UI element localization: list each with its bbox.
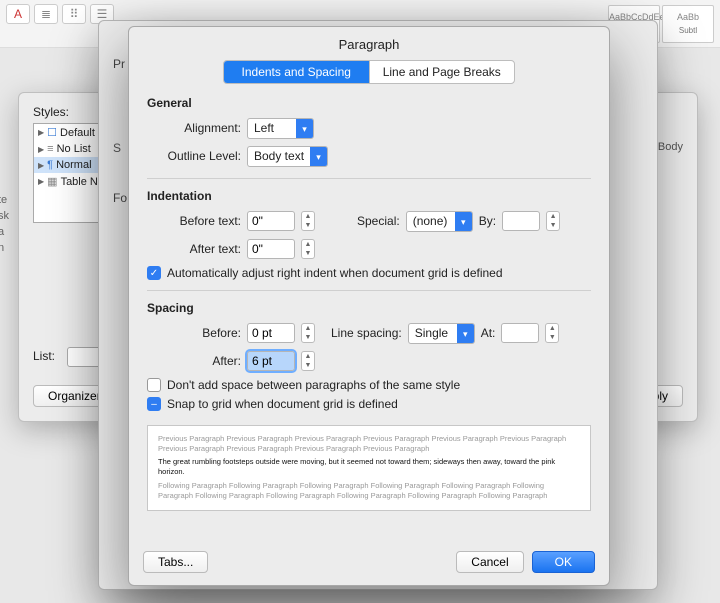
styles-listbox[interactable]: ▶☐Default ▶≡No List ▶¶Normal ▶▦Table N: [33, 123, 105, 223]
cancel-button[interactable]: Cancel: [456, 551, 523, 573]
tabs-button[interactable]: Tabs...: [143, 551, 208, 573]
list-item[interactable]: ▶☐Default: [34, 124, 104, 141]
chevron-down-icon: ▾: [296, 119, 313, 138]
spacing-after-stepper[interactable]: ▲▼: [301, 351, 315, 371]
outline-level-label: Outline Level:: [147, 149, 241, 163]
style-subtle[interactable]: AaBb Subtl: [662, 5, 714, 43]
snap-grid-label: Snap to grid when document grid is defin…: [167, 397, 398, 411]
list-item[interactable]: ▶≡No List: [34, 141, 104, 157]
outline-level-select[interactable]: Body text▾: [247, 146, 328, 167]
spacing-after-field[interactable]: [247, 351, 295, 371]
tab-strip: Indents and Spacing Line and Page Breaks: [223, 60, 515, 84]
chevron-down-icon: ▾: [310, 147, 327, 166]
alignment-select[interactable]: Left▾: [247, 118, 314, 139]
numbering-icon[interactable]: ⠿: [62, 4, 86, 24]
paragraph-sheet: Paragraph Indents and Spacing Line and P…: [128, 26, 610, 586]
font-color-icon[interactable]: A: [6, 4, 30, 24]
special-label: Special:: [357, 214, 400, 228]
before-text-stepper[interactable]: ▲▼: [301, 211, 315, 231]
list-label: List:: [33, 349, 55, 363]
spacing-before-field[interactable]: [247, 323, 295, 343]
tab-indents-spacing[interactable]: Indents and Spacing: [224, 61, 369, 83]
before-text-field[interactable]: [247, 211, 295, 231]
line-spacing-label: Line spacing:: [331, 326, 402, 340]
modify-properties-label: Pr: [113, 57, 125, 71]
dont-add-space-label: Don't add space between paragraphs of th…: [167, 378, 460, 392]
tab-line-page-breaks[interactable]: Line and Page Breaks: [369, 61, 515, 83]
line-spacing-select[interactable]: Single▾: [408, 323, 475, 344]
at-stepper[interactable]: ▲▼: [545, 323, 559, 343]
dont-add-space-checkbox[interactable]: [147, 378, 161, 392]
at-field[interactable]: [501, 323, 539, 343]
doc-gutter-text: teskan: [0, 192, 9, 256]
paragraph-title: Paragraph: [129, 27, 609, 60]
list-item[interactable]: ▶¶Normal: [34, 157, 104, 173]
spacing-before-label: Before:: [147, 326, 241, 340]
by-field[interactable]: [502, 211, 540, 231]
special-select[interactable]: (none)▾: [406, 211, 473, 232]
after-text-label: After text:: [147, 242, 241, 256]
auto-indent-checkbox[interactable]: ✓: [147, 266, 161, 280]
snap-grid-checkbox[interactable]: –: [147, 397, 161, 411]
list-item[interactable]: ▶▦Table N: [34, 173, 104, 190]
general-heading: General: [147, 96, 591, 110]
before-text-label: Before text:: [147, 214, 241, 228]
alignment-label: Alignment:: [147, 121, 241, 135]
modify-fo-label: Fo: [113, 191, 127, 205]
by-label: By:: [479, 214, 496, 228]
ok-button[interactable]: OK: [532, 551, 595, 573]
by-stepper[interactable]: ▲▼: [546, 211, 560, 231]
spacing-before-stepper[interactable]: ▲▼: [301, 323, 315, 343]
bullets-icon[interactable]: ≣: [34, 4, 58, 24]
after-text-field[interactable]: [247, 239, 295, 259]
indentation-heading: Indentation: [147, 189, 591, 203]
chevron-down-icon: ▾: [457, 324, 474, 343]
at-label: At:: [481, 326, 496, 340]
after-text-stepper[interactable]: ▲▼: [301, 239, 315, 259]
modify-show-label: S: [113, 141, 121, 155]
auto-indent-label: Automatically adjust right indent when d…: [167, 266, 503, 280]
spacing-heading: Spacing: [147, 301, 591, 315]
spacing-after-label: After:: [147, 354, 241, 368]
chevron-down-icon: ▾: [455, 212, 472, 231]
preview-box: Previous Paragraph Previous Paragraph Pr…: [147, 425, 591, 511]
